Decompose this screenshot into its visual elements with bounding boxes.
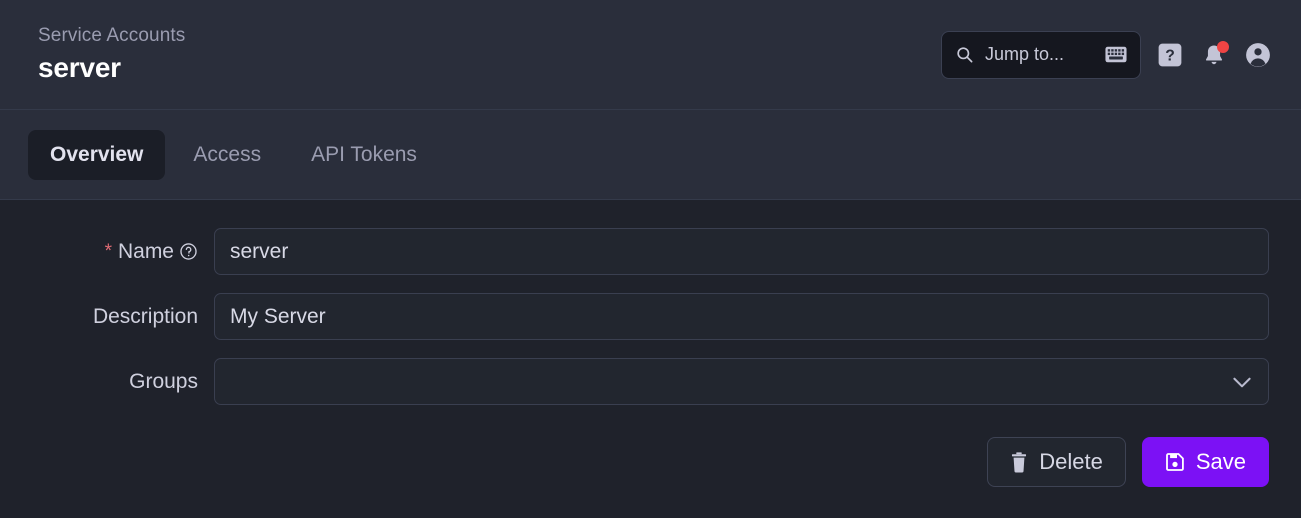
page-title: server <box>38 52 121 84</box>
save-button-label: Save <box>1195 449 1246 474</box>
form-row-description: Description My Server <box>16 293 1285 340</box>
name-input[interactable]: server <box>214 228 1269 275</box>
delete-button[interactable]: Delete <box>987 437 1126 487</box>
header-title-block: Service Accounts server <box>38 24 185 84</box>
label-groups: Groups <box>129 369 198 393</box>
chevron-down-icon <box>1229 369 1255 395</box>
svg-text:?: ? <box>1165 47 1175 64</box>
jump-to-search[interactable]: Jump to... <box>941 30 1141 79</box>
service-account-page: Service Accounts server Jump to... ? Ove… <box>0 0 1301 518</box>
page-header: Service Accounts server Jump to... ? <box>0 0 1301 110</box>
breadcrumb: Service Accounts <box>38 25 186 47</box>
jump-to-placeholder: Jump to... <box>985 44 1065 64</box>
notification-badge <box>1217 40 1229 53</box>
save-button[interactable]: Save <box>1141 437 1269 487</box>
tab-api-tokens[interactable]: API Tokens <box>289 130 439 180</box>
label-name-text: Name <box>117 239 174 263</box>
tab-access[interactable]: Access <box>171 130 283 180</box>
floppy-disk-save-icon <box>1165 452 1185 472</box>
search-icon <box>955 45 974 64</box>
label-name: * Name <box>16 240 214 264</box>
tab-bar: Overview Access API Tokens <box>0 110 1301 200</box>
description-input[interactable]: My Server <box>214 293 1269 340</box>
help-button[interactable]: ? <box>1155 40 1185 70</box>
form-row-name: * Name server <box>16 228 1285 275</box>
groups-select[interactable] <box>214 358 1269 405</box>
question-circle-icon[interactable] <box>179 242 198 261</box>
form-actions: Delete Save <box>16 423 1285 487</box>
notifications-button[interactable] <box>1199 40 1229 70</box>
required-marker: * <box>104 241 112 262</box>
keyboard-icon <box>1105 46 1127 63</box>
overview-form: * Name server Description My Server Grou… <box>0 200 1301 518</box>
tab-overview[interactable]: Overview <box>28 129 166 180</box>
form-row-groups: Groups <box>16 358 1285 405</box>
trash-icon <box>1010 451 1028 473</box>
delete-button-label: Delete <box>1039 449 1103 474</box>
header-actions: Jump to... ? <box>941 30 1273 79</box>
user-account-button[interactable] <box>1243 40 1273 70</box>
label-description: Description <box>92 304 198 328</box>
